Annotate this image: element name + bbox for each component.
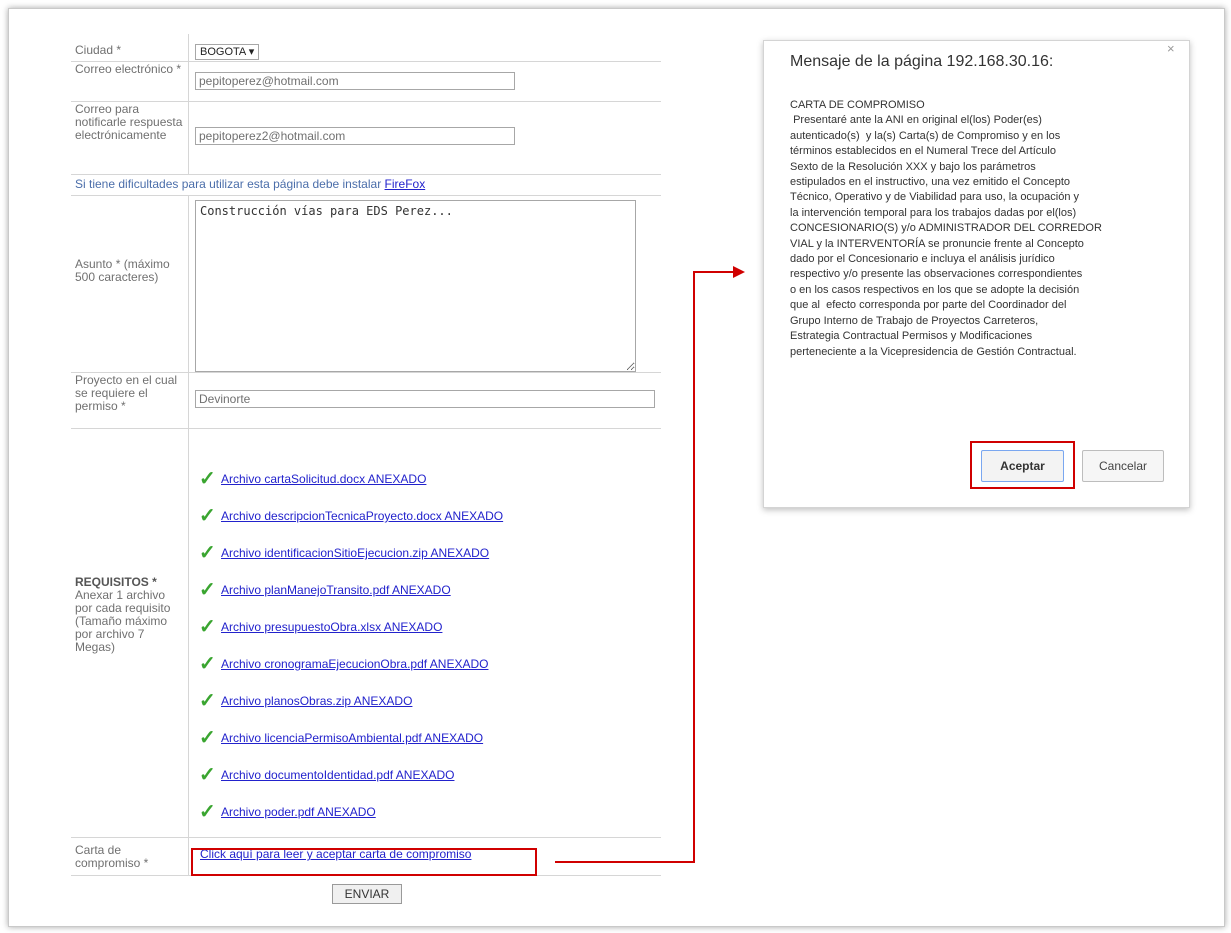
connector-line xyxy=(555,271,735,863)
dialog-title: Mensaje de la página 192.168.30.16: xyxy=(790,53,1054,70)
aceptar-highlight xyxy=(970,441,1075,489)
close-icon[interactable]: × xyxy=(1167,41,1175,56)
dialog-message: CARTA DE COMPROMISO Presentaré ante la A… xyxy=(790,99,1102,358)
arrow-head-icon xyxy=(733,266,745,278)
confirm-dialog: Mensaje de la página 192.168.30.16: × CA… xyxy=(763,40,1190,508)
cancelar-button[interactable]: Cancelar xyxy=(1082,450,1164,482)
